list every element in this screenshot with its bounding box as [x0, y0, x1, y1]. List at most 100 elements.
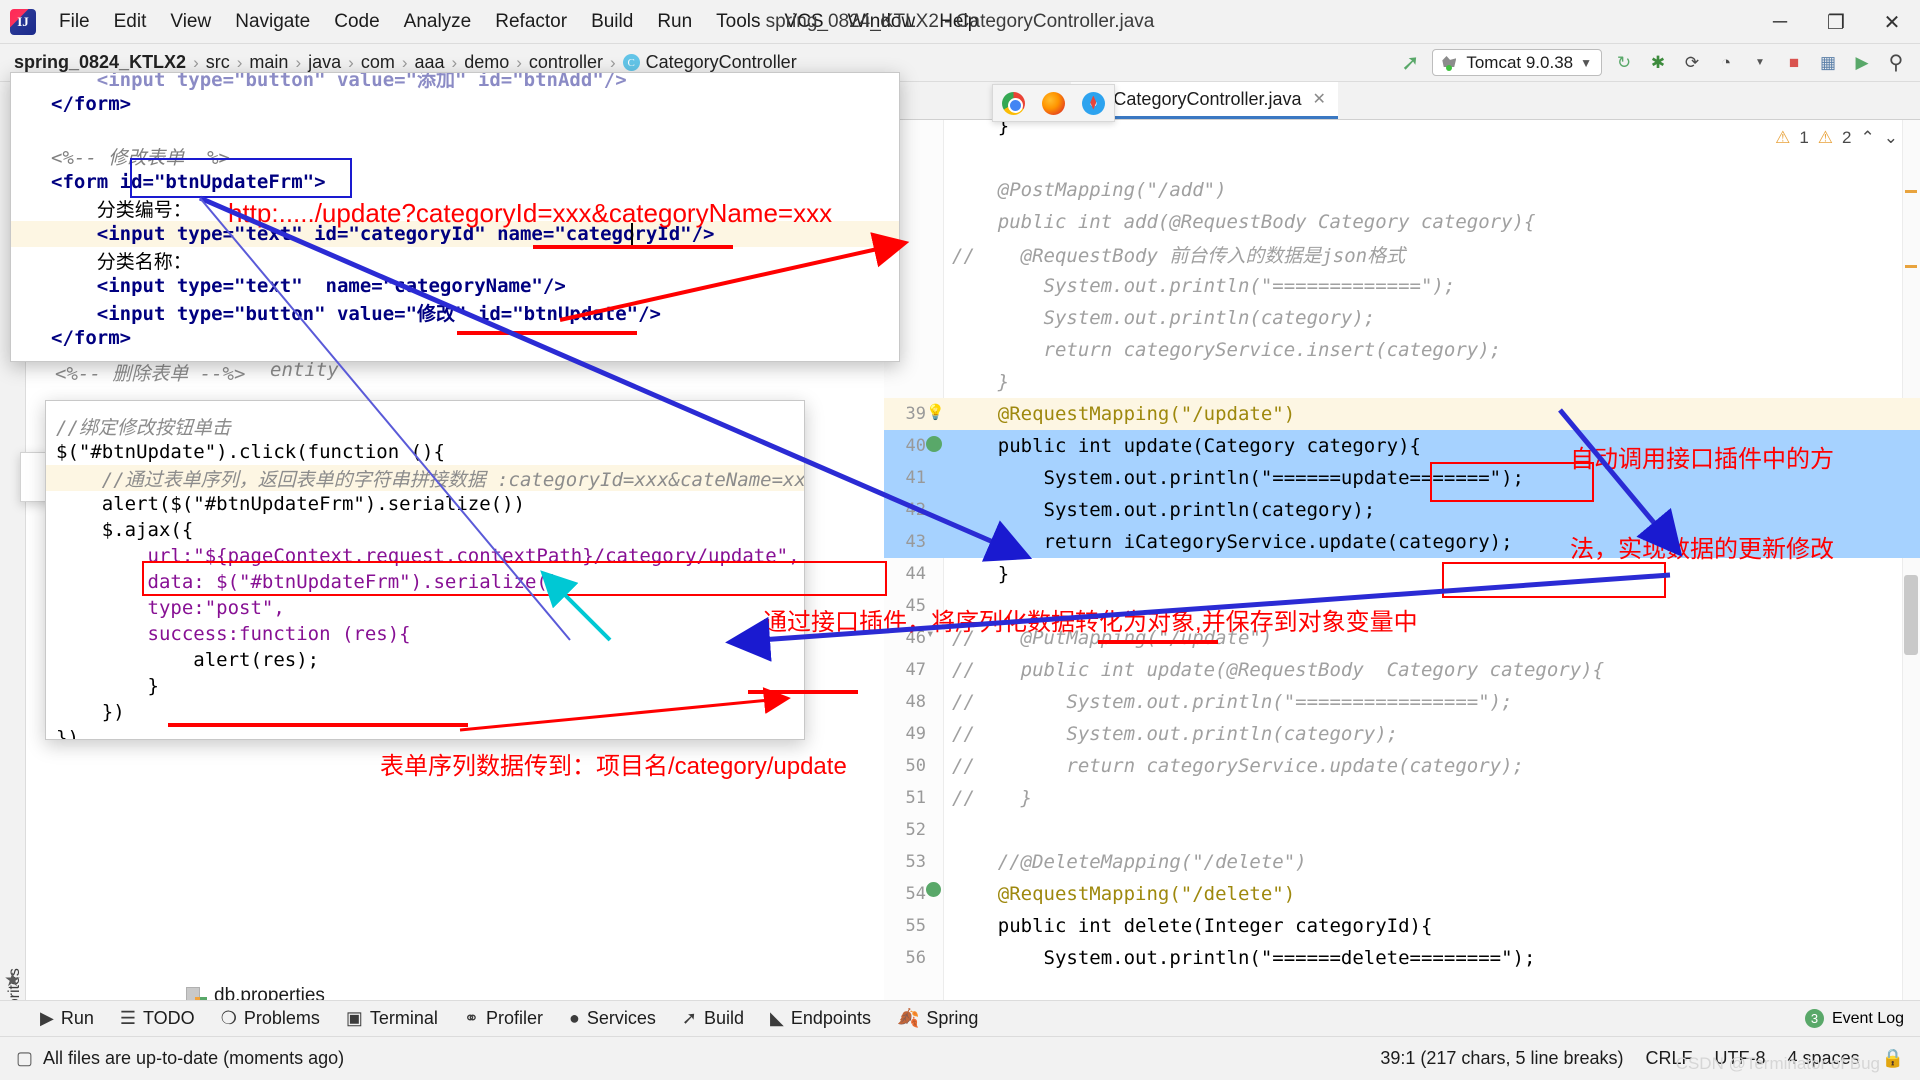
- toolwindow-problems[interactable]: ❍ Problems: [221, 1008, 320, 1029]
- toolwindow-terminal[interactable]: ▣ Terminal: [346, 1008, 438, 1029]
- menu-window[interactable]: Window: [837, 8, 927, 36]
- status-bar-right[interactable]: 39:1 (217 chars, 5 line breaks) CRLF UTF…: [1380, 1048, 1904, 1069]
- jsp-line[interactable]: </form>: [11, 325, 899, 351]
- updates-icon[interactable]: ▶: [1850, 51, 1874, 75]
- toolwindow-run[interactable]: ▶ Run: [40, 1008, 94, 1029]
- menu-vcs[interactable]: VCS: [774, 8, 835, 36]
- menu-navigate[interactable]: Navigate: [224, 8, 321, 36]
- java-line[interactable]: 50 // return categoryService.update(cate…: [884, 750, 1920, 782]
- rerun-icon[interactable]: ⟳: [1680, 51, 1704, 75]
- chevron-down-icon[interactable]: ▼: [1748, 51, 1772, 75]
- tool-window-bar[interactable]: ▶ Run ☰ TODO ❍ Problems ▣ Terminal ⚭ Pro…: [0, 1000, 1920, 1036]
- java-line[interactable]: 49 // System.out.println(category);: [884, 718, 1920, 750]
- java-line[interactable]: 53 //@DeleteMapping("/delete"): [884, 846, 1920, 878]
- js-line[interactable]: $("#btnUpdate").click(function (){: [46, 439, 804, 465]
- previous-problem-icon[interactable]: ⌃: [1861, 128, 1875, 148]
- coverage-icon[interactable]: ◔: [1714, 51, 1738, 75]
- debug-icon[interactable]: ✱: [1646, 51, 1670, 75]
- menu-refactor[interactable]: Refactor: [484, 8, 578, 36]
- breadcrumb-java[interactable]: java: [308, 52, 341, 73]
- java-line[interactable]: @PostMapping("/add"): [884, 174, 1920, 206]
- menu-edit[interactable]: Edit: [103, 8, 158, 36]
- menu-analyze[interactable]: Analyze: [393, 8, 483, 36]
- js-line[interactable]: }: [46, 673, 804, 699]
- breadcrumb-main[interactable]: main: [249, 52, 288, 73]
- js-line[interactable]: alert($("#btnUpdateFrm").serialize()): [46, 491, 804, 517]
- breadcrumb-src[interactable]: src: [206, 52, 230, 73]
- run-icon[interactable]: ↻: [1612, 51, 1636, 75]
- js-line[interactable]: }): [46, 699, 804, 725]
- js-line[interactable]: alert(res);: [46, 647, 804, 673]
- mapping-gutter-icon[interactable]: [926, 436, 942, 452]
- indent-setting[interactable]: 4 spaces: [1788, 1048, 1860, 1069]
- java-line[interactable]: public int add(@RequestBody Category cat…: [884, 206, 1920, 238]
- java-line[interactable]: 47 // public int update(@RequestBody Cat…: [884, 654, 1920, 686]
- java-line[interactable]: System.out.println(category);: [884, 302, 1920, 334]
- firefox-icon[interactable]: [1041, 91, 1065, 115]
- menu-run[interactable]: Run: [646, 8, 703, 36]
- java-line[interactable]: [884, 142, 1920, 174]
- memory-icon[interactable]: ▢: [16, 1048, 33, 1069]
- browser-chooser-popup[interactable]: [992, 84, 1115, 122]
- menu-tools[interactable]: Tools: [705, 8, 771, 36]
- close-button[interactable]: ✕: [1864, 0, 1920, 44]
- jsp-line[interactable]: 分类名称：: [11, 247, 899, 273]
- java-line[interactable]: 51 // }: [884, 782, 1920, 814]
- js-line[interactable]: //通过表单序列，返回表单的字符串拼接数据 :categoryId=xxx&ca…: [46, 465, 804, 491]
- java-line[interactable]: 55 public int delete(Integer categoryId)…: [884, 910, 1920, 942]
- safari-icon[interactable]: [1082, 91, 1106, 115]
- java-line[interactable]: 48 // System.out.println("==============…: [884, 686, 1920, 718]
- toolwindow-services[interactable]: ● Services: [569, 1008, 656, 1029]
- menu-file[interactable]: File: [48, 8, 101, 36]
- java-line[interactable]: 54 @RequestMapping("/delete"): [884, 878, 1920, 910]
- js-line[interactable]: }): [46, 725, 804, 739]
- jsp-line[interactable]: </form>: [11, 91, 899, 117]
- mapping-gutter-icon[interactable]: [926, 882, 941, 897]
- back-arrow-icon[interactable]: ➚: [1398, 50, 1422, 75]
- caret-position[interactable]: 39:1 (217 chars, 5 line breaks): [1380, 1048, 1623, 1069]
- intention-bulb-icon[interactable]: 💡: [926, 403, 945, 421]
- menu-build[interactable]: Build: [580, 8, 644, 36]
- next-problem-icon[interactable]: ⌄: [1884, 128, 1898, 148]
- lock-icon[interactable]: 🔒: [1882, 1048, 1904, 1069]
- menu-code[interactable]: Code: [323, 8, 390, 36]
- breadcrumb-controller[interactable]: controller: [529, 52, 603, 73]
- js-line[interactable]: success:function (res){: [46, 621, 804, 647]
- file-encoding[interactable]: UTF-8: [1715, 1048, 1766, 1069]
- jsp-line[interactable]: <input type="button" value="修改" id="btnU…: [11, 299, 899, 325]
- event-log-button[interactable]: 3 Event Log: [1804, 1009, 1920, 1028]
- line-separator[interactable]: CRLF: [1646, 1048, 1693, 1069]
- js-line[interactable]: //绑定修改按钮单击: [46, 413, 804, 439]
- jsp-line[interactable]: <input type="button" value="添加" id="btnA…: [11, 73, 899, 91]
- menu-view[interactable]: View: [159, 8, 222, 36]
- js-line[interactable]: $.ajax({: [46, 517, 804, 543]
- toolwindow-endpoints[interactable]: ◣ Endpoints: [770, 1008, 871, 1029]
- maximize-button[interactable]: ❐: [1808, 0, 1864, 44]
- java-line[interactable]: 56 System.out.println("======delete=====…: [884, 942, 1920, 974]
- run-configuration-selector[interactable]: Tomcat 9.0.38 ▼: [1432, 49, 1602, 76]
- breadcrumb-com[interactable]: com: [361, 52, 395, 73]
- breadcrumb-file[interactable]: C CategoryController: [622, 52, 797, 73]
- java-line[interactable]: return categoryService.insert(category);: [884, 334, 1920, 366]
- toolwindow-spring[interactable]: 🍂 Spring: [897, 1008, 978, 1029]
- jsp-line[interactable]: <input type="text" name="categoryName"/>: [11, 273, 899, 299]
- java-line[interactable]: // @RequestBody 前台传入的数据是json格式: [884, 238, 1920, 270]
- inspection-widget[interactable]: ⚠ 1 ⚠ 2 ⌃ ⌄: [1775, 128, 1898, 148]
- toolwindow-profiler[interactable]: ⚭ Profiler: [464, 1008, 543, 1029]
- menu-help[interactable]: Help: [928, 8, 989, 36]
- search-icon[interactable]: ⚲: [1884, 51, 1908, 75]
- chrome-icon[interactable]: [1001, 91, 1025, 115]
- close-icon[interactable]: ✕: [1313, 89, 1326, 109]
- build-icon[interactable]: ▦: [1816, 51, 1840, 75]
- breadcrumb-project[interactable]: spring_0824_KTLX2: [14, 52, 186, 73]
- breadcrumb-demo[interactable]: demo: [464, 52, 509, 73]
- toolwindow-build[interactable]: ➚ Build: [682, 1008, 744, 1029]
- java-line[interactable]: 52: [884, 814, 1920, 846]
- java-line[interactable]: System.out.println("=============");: [884, 270, 1920, 302]
- js-line[interactable]: type:"post",: [46, 595, 804, 621]
- toolwindow-todo[interactable]: ☰ TODO: [120, 1008, 195, 1029]
- run-toolbar[interactable]: ➚ Tomcat 9.0.38 ▼ ↻ ✱ ⟳ ◔ ▼ ■ ▦ ▶ ⚲: [1398, 49, 1920, 76]
- menu-bar[interactable]: File Edit View Navigate Code Analyze Ref…: [48, 8, 989, 36]
- window-controls[interactable]: ─ ❐ ✕: [1752, 0, 1920, 44]
- breadcrumb-aaa[interactable]: aaa: [415, 52, 445, 73]
